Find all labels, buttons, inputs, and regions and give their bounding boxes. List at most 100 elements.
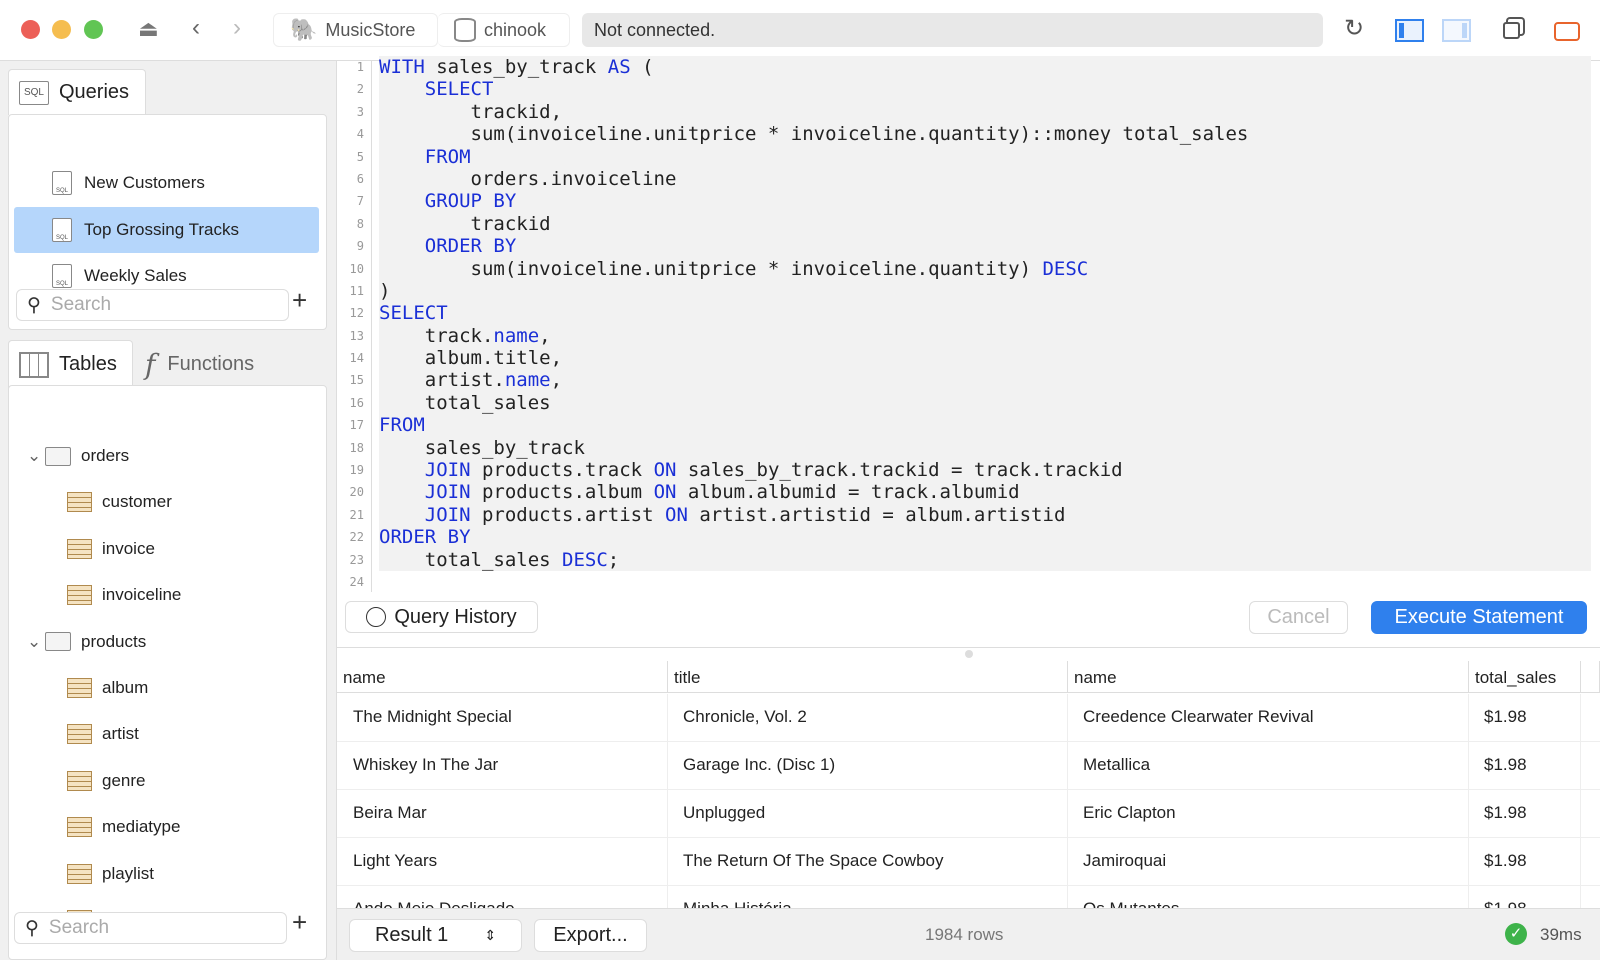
sql-editor[interactable]: 1 2 3 4 5 6 7 8 9 10 11 12 13 14 15 16 17 18 19 20 21 22 23 24 … xyxy=(337,56,1600,594)
sql-icon: SQL xyxy=(19,80,49,105)
column-header[interactable]: name xyxy=(337,661,668,693)
line-number: 7 xyxy=(356,194,364,209)
line-number: 10 xyxy=(349,261,364,276)
table-row[interactable]: Light Years The Return Of The Space Cowbo… xyxy=(337,838,1600,886)
code-line: sum(invoiceline.unitprice * invoiceline.… xyxy=(379,257,1089,280)
table-cell: $1.98 xyxy=(1469,694,1581,742)
table-row[interactable]: The Midnight Special Chronicle, Vol. 2 Cre… xyxy=(337,694,1600,742)
table-item[interactable]: invoiceline xyxy=(15,572,325,618)
tab-tables[interactable]: Tables xyxy=(8,340,133,388)
table-search-input[interactable]: ⚲ Search xyxy=(14,912,287,944)
success-check-icon: ✓ xyxy=(1505,923,1527,945)
tab-functions[interactable]: f Functions xyxy=(145,340,285,388)
line-number: 3 xyxy=(356,104,364,119)
row-count: 1984 rows xyxy=(925,925,1004,944)
line-number-gutter: 1 2 3 4 5 6 7 8 9 10 11 12 13 14 15 16 17 18 19 20 21 22 23 24 xyxy=(337,60,372,592)
database-crumb[interactable]: chinook xyxy=(438,13,570,47)
elephant-icon: 🐘 xyxy=(290,17,318,42)
code-line: ORDER BY xyxy=(379,526,471,549)
code-line: orders.invoiceline xyxy=(379,167,677,190)
forward-icon[interactable]: › xyxy=(233,14,241,42)
minimize-button[interactable] xyxy=(52,20,71,39)
comment-icon[interactable] xyxy=(1554,22,1580,41)
table-row[interactable]: Beira Mar Unplugged Eric Clapton $1.98 xyxy=(337,790,1600,838)
table-cell: $1.98 xyxy=(1469,742,1581,790)
add-query-button[interactable]: + xyxy=(292,285,307,316)
query-item[interactable]: SQL New Customers xyxy=(14,160,319,206)
line-number: 14 xyxy=(349,351,364,366)
chevron-down-icon[interactable]: ⌄ xyxy=(15,446,45,466)
table-icon xyxy=(67,538,92,559)
query-search-input[interactable]: ⚲ Search xyxy=(16,289,289,321)
table-item[interactable]: album xyxy=(15,665,325,711)
code-line: trackid xyxy=(379,212,551,235)
code-line: FROM xyxy=(379,414,425,437)
search-icon: ⚲ xyxy=(25,917,39,939)
sql-file-icon: SQL xyxy=(52,171,72,195)
table-cell: Chronicle, Vol. 2 xyxy=(668,694,1068,742)
code-line: trackid, xyxy=(379,100,563,123)
zoom-button[interactable] xyxy=(84,20,103,39)
line-number: 9 xyxy=(356,239,364,254)
line-number: 2 xyxy=(356,82,364,97)
line-number: 11 xyxy=(349,283,364,298)
close-button[interactable] xyxy=(21,20,40,39)
table-row[interactable]: Whiskey In The Jar Garage Inc. (Disc 1) Me… xyxy=(337,742,1600,790)
execute-statement-button[interactable]: Execute Statement xyxy=(1371,601,1587,634)
line-number: 13 xyxy=(349,328,364,343)
schema-item[interactable]: ⌄ products xyxy=(15,619,325,665)
split-handle[interactable] xyxy=(337,647,1600,661)
clock-icon xyxy=(366,607,387,627)
table-item[interactable]: invoice xyxy=(15,526,325,572)
table-item[interactable]: mediatype xyxy=(15,804,325,850)
code-line xyxy=(379,570,1591,594)
line-number: 16 xyxy=(349,395,364,410)
function-icon: f xyxy=(145,347,156,381)
tab-queries[interactable]: SQL Queries xyxy=(8,69,146,115)
code-line: album.title, xyxy=(379,347,563,370)
table-cell: Metallica xyxy=(1068,742,1469,790)
column-header[interactable]: title xyxy=(668,661,1068,693)
line-number: 19 xyxy=(349,463,364,478)
code-line: ) xyxy=(379,279,391,302)
table-cell: Unplugged xyxy=(668,790,1068,838)
eject-icon[interactable]: ⏏ xyxy=(138,16,159,42)
export-button[interactable]: Export... xyxy=(534,919,647,952)
table-item[interactable]: artist xyxy=(15,711,325,757)
refresh-icon[interactable]: ↻ xyxy=(1344,14,1364,43)
line-number: 15 xyxy=(349,373,364,388)
column-header[interactable]: name xyxy=(1068,661,1469,693)
new-window-icon[interactable] xyxy=(1503,22,1520,39)
header-filler xyxy=(1581,661,1600,693)
cancel-button[interactable]: Cancel xyxy=(1249,601,1348,634)
code-area[interactable]: WITH sales_by_track AS ( SELECT trackid,… xyxy=(379,56,1591,594)
toggle-left-panel-icon[interactable] xyxy=(1395,19,1424,42)
chevron-down-icon[interactable]: ⌄ xyxy=(15,632,45,652)
table-cell: The Return Of The Space Cowboy xyxy=(668,838,1068,886)
code-line: WITH sales_by_track AS ( xyxy=(379,56,654,78)
table-item[interactable]: playlist xyxy=(15,851,325,897)
query-history-button[interactable]: Query History xyxy=(345,601,538,633)
line-number: 22 xyxy=(349,530,364,545)
table-cell: $1.98 xyxy=(1469,790,1581,838)
code-line: SELECT xyxy=(424,78,494,101)
connection-status: Not connected. xyxy=(582,13,1323,47)
results-footer: Result 1 ⇕ Export... 1984 rows ✓ 39ms xyxy=(337,908,1600,960)
schema-item[interactable]: ⌄ orders xyxy=(15,433,325,479)
table-item[interactable]: genre xyxy=(15,758,325,804)
add-table-button[interactable]: + xyxy=(292,907,307,938)
column-header[interactable]: total_sales xyxy=(1469,661,1581,693)
toggle-right-panel-icon[interactable] xyxy=(1442,19,1471,42)
result-select[interactable]: Result 1 ⇕ xyxy=(349,919,522,952)
server-crumb[interactable]: 🐘 MusicStore xyxy=(273,13,438,47)
table-item[interactable]: customer xyxy=(15,479,325,525)
line-number: 5 xyxy=(356,149,364,164)
table-cell: The Midnight Special xyxy=(337,694,668,742)
back-icon[interactable]: ‹ xyxy=(192,14,200,42)
line-number: 6 xyxy=(356,171,364,186)
table-cell: Whiskey In The Jar xyxy=(337,742,668,790)
line-number: 21 xyxy=(349,507,364,522)
query-item[interactable]: SQL Top Grossing Tracks xyxy=(14,206,319,253)
code-line: FROM xyxy=(424,145,471,168)
results-table: name title name total_sales The Midnight Spe… xyxy=(337,661,1600,934)
